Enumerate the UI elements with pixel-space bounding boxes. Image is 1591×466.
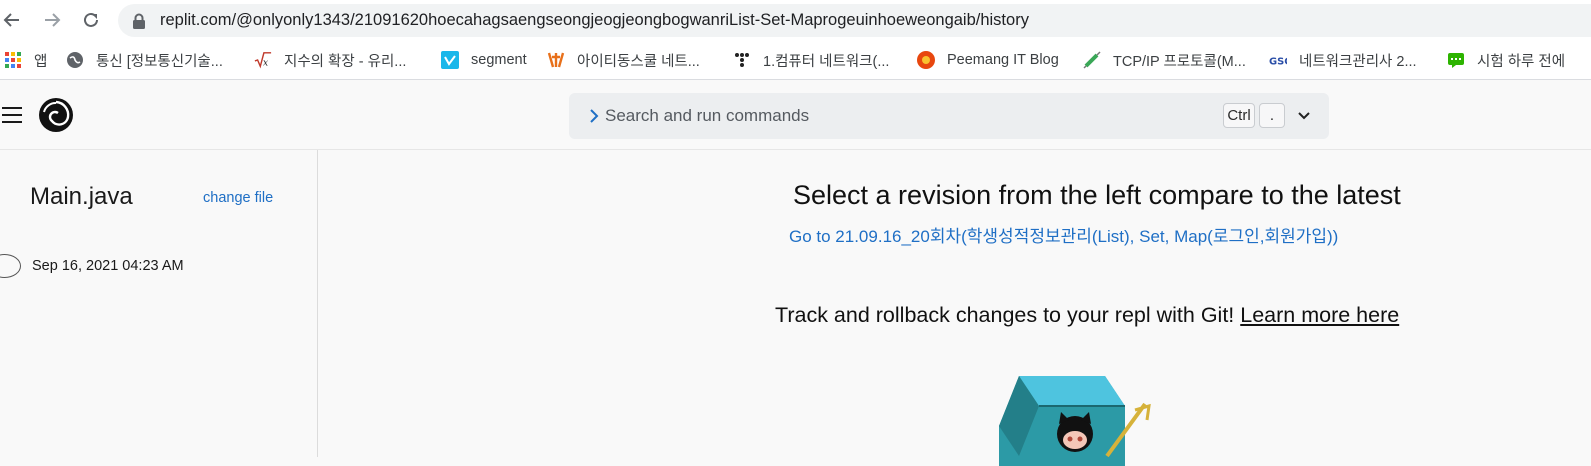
git-promo-text: Track and rollback changes to your repl … (775, 303, 1241, 327)
bookmark-label: TCP/IP 프로토콜(M... (1113, 53, 1246, 70)
url-text[interactable]: replit.com/@onlyonly1343/21091620hoecaha… (160, 11, 1029, 30)
git-octocat-illustration-icon (999, 376, 1151, 466)
bookmark-item[interactable]: GSC 네트워크관리사 2... (1269, 49, 1417, 71)
bookmark-item[interactable]: TCP/IP 프로토콜(M... (1083, 49, 1246, 71)
bookmark-label: 아이티동스쿨 네트... (577, 53, 700, 70)
revision-item[interactable]: Sep 16, 2021 04:23 AM (0, 254, 300, 278)
syringe-icon (1083, 51, 1101, 69)
it-logo-icon (547, 51, 565, 69)
bookmark-label: 통신 [정보통신기술... (96, 53, 223, 70)
bookmark-label: Peemang IT Blog (947, 52, 1059, 68)
forward-button[interactable] (40, 8, 64, 32)
menu-hamburger-icon[interactable] (2, 107, 24, 125)
bookmark-item[interactable]: 1.컴퓨터 네트워크(... (733, 49, 889, 71)
tistory-dots-icon (733, 51, 751, 69)
bookmark-label: 시험 하루 전에 (1477, 53, 1566, 70)
bookmark-item[interactable]: 통신 [정보통신기술... (66, 49, 223, 71)
app-header: Search and run commands Ctrl . (0, 81, 1591, 150)
bookmark-item[interactable]: 시험 하루 전에 (1447, 49, 1565, 71)
back-button[interactable] (0, 8, 24, 32)
green-chat-icon (1447, 51, 1465, 69)
replit-logo-icon[interactable] (38, 97, 74, 133)
bookmark-item[interactable]: 아이티동스쿨 네트... (547, 49, 700, 71)
chevron-right-icon (590, 109, 599, 123)
arrow-left-icon (3, 13, 19, 27)
change-file-link[interactable]: change file (203, 190, 273, 206)
lock-icon (133, 13, 145, 29)
chevron-down-icon[interactable] (1297, 110, 1311, 122)
revision-date: Sep 16, 2021 04:23 AM (32, 258, 184, 274)
history-sidebar: Main.java change file Sep 16, 2021 04:23… (0, 150, 318, 457)
svg-text:x: x (263, 58, 268, 68)
learn-more-link[interactable]: Learn more here (1240, 303, 1399, 327)
kbd-dot: . (1259, 103, 1285, 128)
bookmark-label: 네트워크관리사 2... (1299, 53, 1417, 70)
browser-toolbar: replit.com/@onlyonly1343/21091620hoecaha… (0, 0, 1591, 40)
git-promo: Track and rollback changes to your repl … (775, 303, 1399, 328)
bookmark-label: segment (471, 52, 527, 68)
reload-button[interactable] (79, 8, 103, 32)
history-main: Select a revision from the left compare … (319, 150, 1591, 466)
gsc-icon: GSC (1269, 51, 1287, 69)
bookmark-item[interactable]: segment (441, 49, 527, 71)
svg-text:GSC: GSC (1269, 57, 1287, 68)
globe-icon (66, 51, 84, 69)
command-search-bar[interactable]: Search and run commands Ctrl . (569, 93, 1329, 139)
bookmark-label: 1.컴퓨터 네트워크(... (763, 53, 890, 70)
kbd-ctrl: Ctrl (1223, 103, 1255, 128)
bookmark-item[interactable]: Peemang IT Blog (917, 49, 1059, 71)
reload-icon (84, 12, 98, 27)
sqrt-x-icon: x (254, 51, 272, 69)
revision-radio[interactable] (0, 254, 21, 278)
address-bar[interactable]: replit.com/@onlyonly1343/21091620hoecaha… (118, 4, 1591, 37)
vimeo-v-icon (441, 51, 459, 69)
arrow-right-icon (45, 13, 61, 27)
apps-grid-icon (4, 51, 22, 69)
goto-repl-link[interactable]: Go to 21.09.16_20회차(학생성적정보관리(List), Set,… (789, 222, 1338, 247)
bookmark-item[interactable]: x 지수의 확장 - 유리... (254, 49, 406, 71)
file-name: Main.java (30, 183, 133, 210)
bookmark-label: 앱 (34, 53, 48, 70)
bookmark-apps[interactable]: 앱 (4, 49, 47, 71)
bookmark-label: 지수의 확장 - 유리... (284, 53, 407, 70)
orange-badge-icon (917, 51, 935, 69)
page-title: Select a revision from the left compare … (793, 180, 1401, 210)
bookmarks-bar: 앱 통신 [정보통신기술... x 지수의 확장 - 유리... segment… (0, 40, 1591, 80)
command-placeholder[interactable]: Search and run commands (605, 106, 809, 126)
